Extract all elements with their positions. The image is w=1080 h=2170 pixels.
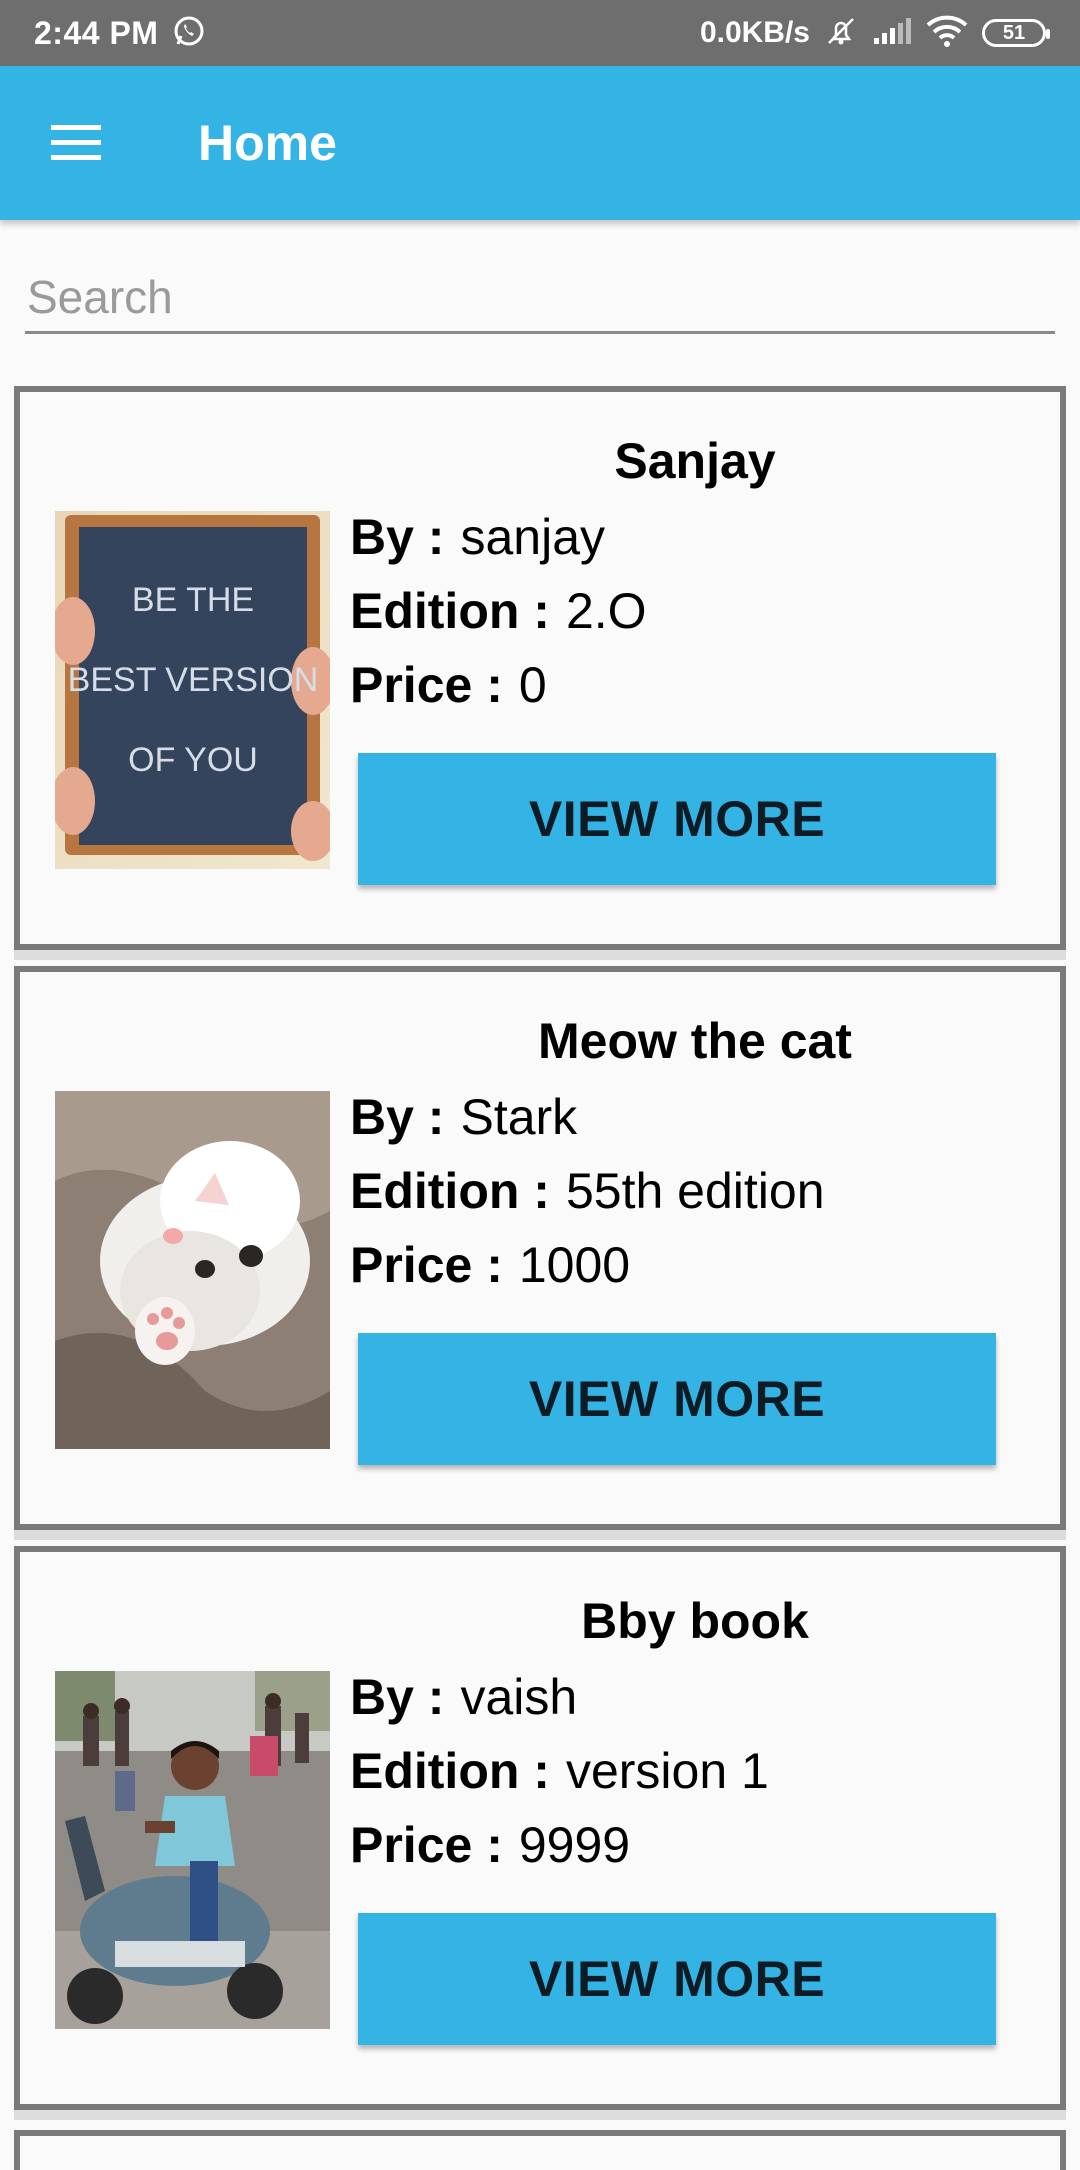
battery-icon: 51 <box>982 19 1050 47</box>
book-title: Meow the cat <box>538 1013 852 1069</box>
whatsapp-icon <box>172 14 206 53</box>
edition-label: Edition : <box>350 1743 550 1799</box>
next-book-card-partial <box>14 2130 1066 2170</box>
status-left: 2:44 PM <box>34 14 206 53</box>
author-label: By : <box>350 509 445 565</box>
search-input[interactable] <box>25 262 1055 331</box>
edition-value: version 1 <box>565 1743 769 1799</box>
author-label: By : <box>350 1669 445 1725</box>
view-more-button[interactable]: VIEW MORE <box>358 1913 996 2045</box>
book-author-row: By : Stark <box>350 1088 577 1146</box>
book-author-row: By : vaish <box>350 1668 577 1726</box>
book-price-row: Price : 0 <box>350 656 547 714</box>
author-value: sanjay <box>460 509 605 565</box>
page-title: Home <box>198 115 337 171</box>
book-title: Bby book <box>581 1593 809 1649</box>
view-more-button[interactable]: VIEW MORE <box>358 753 996 885</box>
status-bar: 2:44 PM 0.0KB/s 51 <box>0 0 1080 66</box>
cover-text-line-3: OF YOU <box>128 741 258 779</box>
app-bar: Home <box>0 66 1080 220</box>
price-label: Price : <box>350 1817 503 1873</box>
book-list: BE THE BEST VERSION OF YOU Sanjay By : sa… <box>14 386 1066 2126</box>
book-edition-row: Edition : 55th edition <box>350 1162 825 1220</box>
price-label: Price : <box>350 657 503 713</box>
cover-text-line-2: BEST VERSION <box>68 661 319 699</box>
cover-text-line-1: BE THE <box>132 581 254 619</box>
edition-value: 55th edition <box>565 1163 825 1219</box>
price-label: Price : <box>350 1237 503 1293</box>
person-on-scooter-photo-image[interactable] <box>55 1671 330 2029</box>
network-speed: 0.0KB/s <box>699 16 810 49</box>
hamburger-menu-icon[interactable] <box>22 88 132 198</box>
search-field <box>25 262 1055 334</box>
author-value: Stark <box>460 1089 578 1145</box>
alarm-off-icon <box>824 14 858 53</box>
edition-label: Edition : <box>350 583 550 639</box>
status-time: 2:44 PM <box>34 14 159 51</box>
price-value: 1000 <box>518 1237 631 1293</box>
price-value: 9999 <box>518 1817 631 1873</box>
book-edition-row: Edition : 2.O <box>350 582 647 640</box>
edition-label: Edition : <box>350 1163 550 1219</box>
book-card: BE THE BEST VERSION OF YOU Sanjay By : sa… <box>14 386 1066 960</box>
book-price-row: Price : 1000 <box>350 1236 630 1294</box>
signal-icon <box>872 16 912 51</box>
wifi-icon <box>926 15 968 52</box>
view-more-button[interactable]: VIEW MORE <box>358 1333 996 1465</box>
author-value: vaish <box>460 1669 578 1725</box>
book-card: Bby book By : vaish Edition : version 1 Pr… <box>14 1546 1066 2120</box>
book-author-row: By : sanjay <box>350 508 605 566</box>
edition-value: 2.O <box>565 583 647 639</box>
book-card: Meow the cat By : Stark Edition : 55th edi… <box>14 966 1066 1540</box>
cat-photo-image[interactable] <box>55 1091 330 1449</box>
status-right: 0.0KB/s 51 <box>699 14 1050 53</box>
chalkboard-quote-image[interactable]: BE THE BEST VERSION OF YOU <box>55 511 330 869</box>
author-label: By : <box>350 1089 445 1145</box>
book-price-row: Price : 9999 <box>350 1816 630 1874</box>
book-title: Sanjay <box>614 433 776 489</box>
book-edition-row: Edition : version 1 <box>350 1742 769 1800</box>
price-value: 0 <box>518 657 547 713</box>
